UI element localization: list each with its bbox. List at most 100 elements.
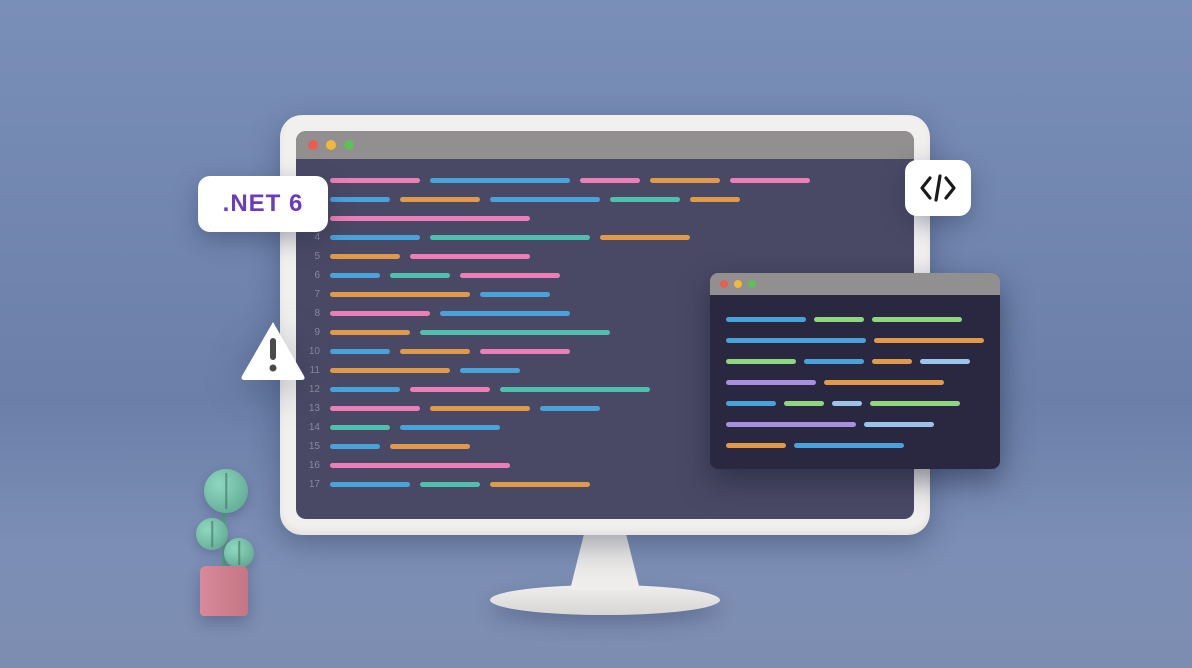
close-icon[interactable] bbox=[308, 140, 318, 150]
code-segment bbox=[330, 368, 450, 373]
code-segment bbox=[726, 380, 816, 385]
code-segment bbox=[330, 254, 400, 259]
code-segment bbox=[870, 401, 960, 406]
code-segment bbox=[460, 368, 520, 373]
code-segment bbox=[726, 422, 856, 427]
code-segment bbox=[490, 197, 600, 202]
code-segment bbox=[864, 422, 934, 427]
line-number: 7 bbox=[306, 289, 320, 300]
code-segment bbox=[480, 349, 570, 354]
plant-leaf bbox=[196, 518, 228, 550]
code-segment bbox=[872, 317, 962, 322]
line-number: 6 bbox=[306, 270, 320, 281]
code-icon bbox=[918, 174, 958, 202]
code-segment bbox=[824, 380, 944, 385]
code-segment bbox=[440, 311, 570, 316]
line-number: 13 bbox=[306, 403, 320, 414]
maximize-icon[interactable] bbox=[344, 140, 354, 150]
code-line bbox=[726, 393, 984, 414]
code-segment bbox=[580, 178, 640, 183]
code-segment bbox=[480, 292, 550, 297]
code-segment bbox=[390, 444, 470, 449]
code-segment bbox=[330, 406, 420, 411]
line-number: 9 bbox=[306, 327, 320, 338]
code-segment bbox=[330, 235, 420, 240]
line-number: 14 bbox=[306, 422, 320, 433]
code-line bbox=[726, 309, 984, 330]
code-segment bbox=[410, 254, 530, 259]
code-segment bbox=[690, 197, 740, 202]
code-segment bbox=[726, 359, 796, 364]
code-segment bbox=[330, 197, 390, 202]
code-segment bbox=[330, 387, 400, 392]
code-segment bbox=[430, 235, 590, 240]
code-segment bbox=[460, 273, 560, 278]
code-segment bbox=[832, 401, 862, 406]
code-segment bbox=[330, 349, 390, 354]
line-number: 11 bbox=[306, 365, 320, 376]
secondary-titlebar bbox=[710, 273, 1000, 295]
code-segment bbox=[400, 425, 500, 430]
code-segment bbox=[490, 482, 590, 487]
code-line: 5 bbox=[306, 247, 898, 266]
code-segment bbox=[610, 197, 680, 202]
line-number: 15 bbox=[306, 441, 320, 452]
code-segment bbox=[814, 317, 864, 322]
plant-leaf bbox=[224, 538, 254, 568]
code-line: 3 bbox=[306, 209, 898, 228]
code-pill bbox=[905, 160, 971, 216]
code-line bbox=[726, 330, 984, 351]
line-number: 17 bbox=[306, 479, 320, 490]
code-line: 17 bbox=[306, 475, 898, 494]
code-segment bbox=[420, 482, 480, 487]
line-number: 10 bbox=[306, 346, 320, 357]
code-line bbox=[726, 372, 984, 393]
code-segment bbox=[874, 338, 984, 343]
code-segment bbox=[726, 338, 866, 343]
code-segment bbox=[330, 292, 470, 297]
code-line: 2 bbox=[306, 190, 898, 209]
code-line bbox=[726, 414, 984, 435]
maximize-icon[interactable] bbox=[748, 280, 756, 288]
code-segment bbox=[650, 178, 720, 183]
code-segment bbox=[330, 482, 410, 487]
code-segment bbox=[330, 425, 390, 430]
code-segment bbox=[330, 311, 430, 316]
code-segment bbox=[330, 463, 510, 468]
code-line: 4 bbox=[306, 228, 898, 247]
code-segment bbox=[726, 401, 776, 406]
code-segment bbox=[330, 444, 380, 449]
plant-pot bbox=[200, 566, 248, 616]
minimize-icon[interactable] bbox=[734, 280, 742, 288]
plant-leaf bbox=[204, 469, 248, 513]
code-segment bbox=[872, 359, 912, 364]
warning-icon bbox=[238, 320, 308, 382]
line-number: 16 bbox=[306, 460, 320, 471]
code-segment bbox=[784, 401, 824, 406]
code-segment bbox=[410, 387, 490, 392]
code-segment bbox=[330, 178, 420, 183]
code-segment bbox=[330, 273, 380, 278]
net6-label: .NET 6 bbox=[223, 190, 304, 218]
secondary-code-area bbox=[710, 295, 1000, 469]
code-segment bbox=[330, 216, 530, 221]
code-segment bbox=[400, 349, 470, 354]
code-segment bbox=[420, 330, 610, 335]
code-line bbox=[726, 435, 984, 456]
close-icon[interactable] bbox=[720, 280, 728, 288]
code-segment bbox=[600, 235, 690, 240]
code-segment bbox=[500, 387, 650, 392]
minimize-icon[interactable] bbox=[326, 140, 336, 150]
code-segment bbox=[726, 317, 806, 322]
code-line bbox=[726, 351, 984, 372]
net6-badge: .NET 6 bbox=[198, 176, 328, 232]
line-number: 4 bbox=[306, 232, 320, 243]
code-line: 1 bbox=[306, 171, 898, 190]
line-number: 12 bbox=[306, 384, 320, 395]
code-segment bbox=[920, 359, 970, 364]
code-segment bbox=[430, 406, 530, 411]
editor-titlebar bbox=[296, 131, 914, 159]
code-segment bbox=[540, 406, 600, 411]
code-segment bbox=[794, 443, 904, 448]
code-segment bbox=[400, 197, 480, 202]
